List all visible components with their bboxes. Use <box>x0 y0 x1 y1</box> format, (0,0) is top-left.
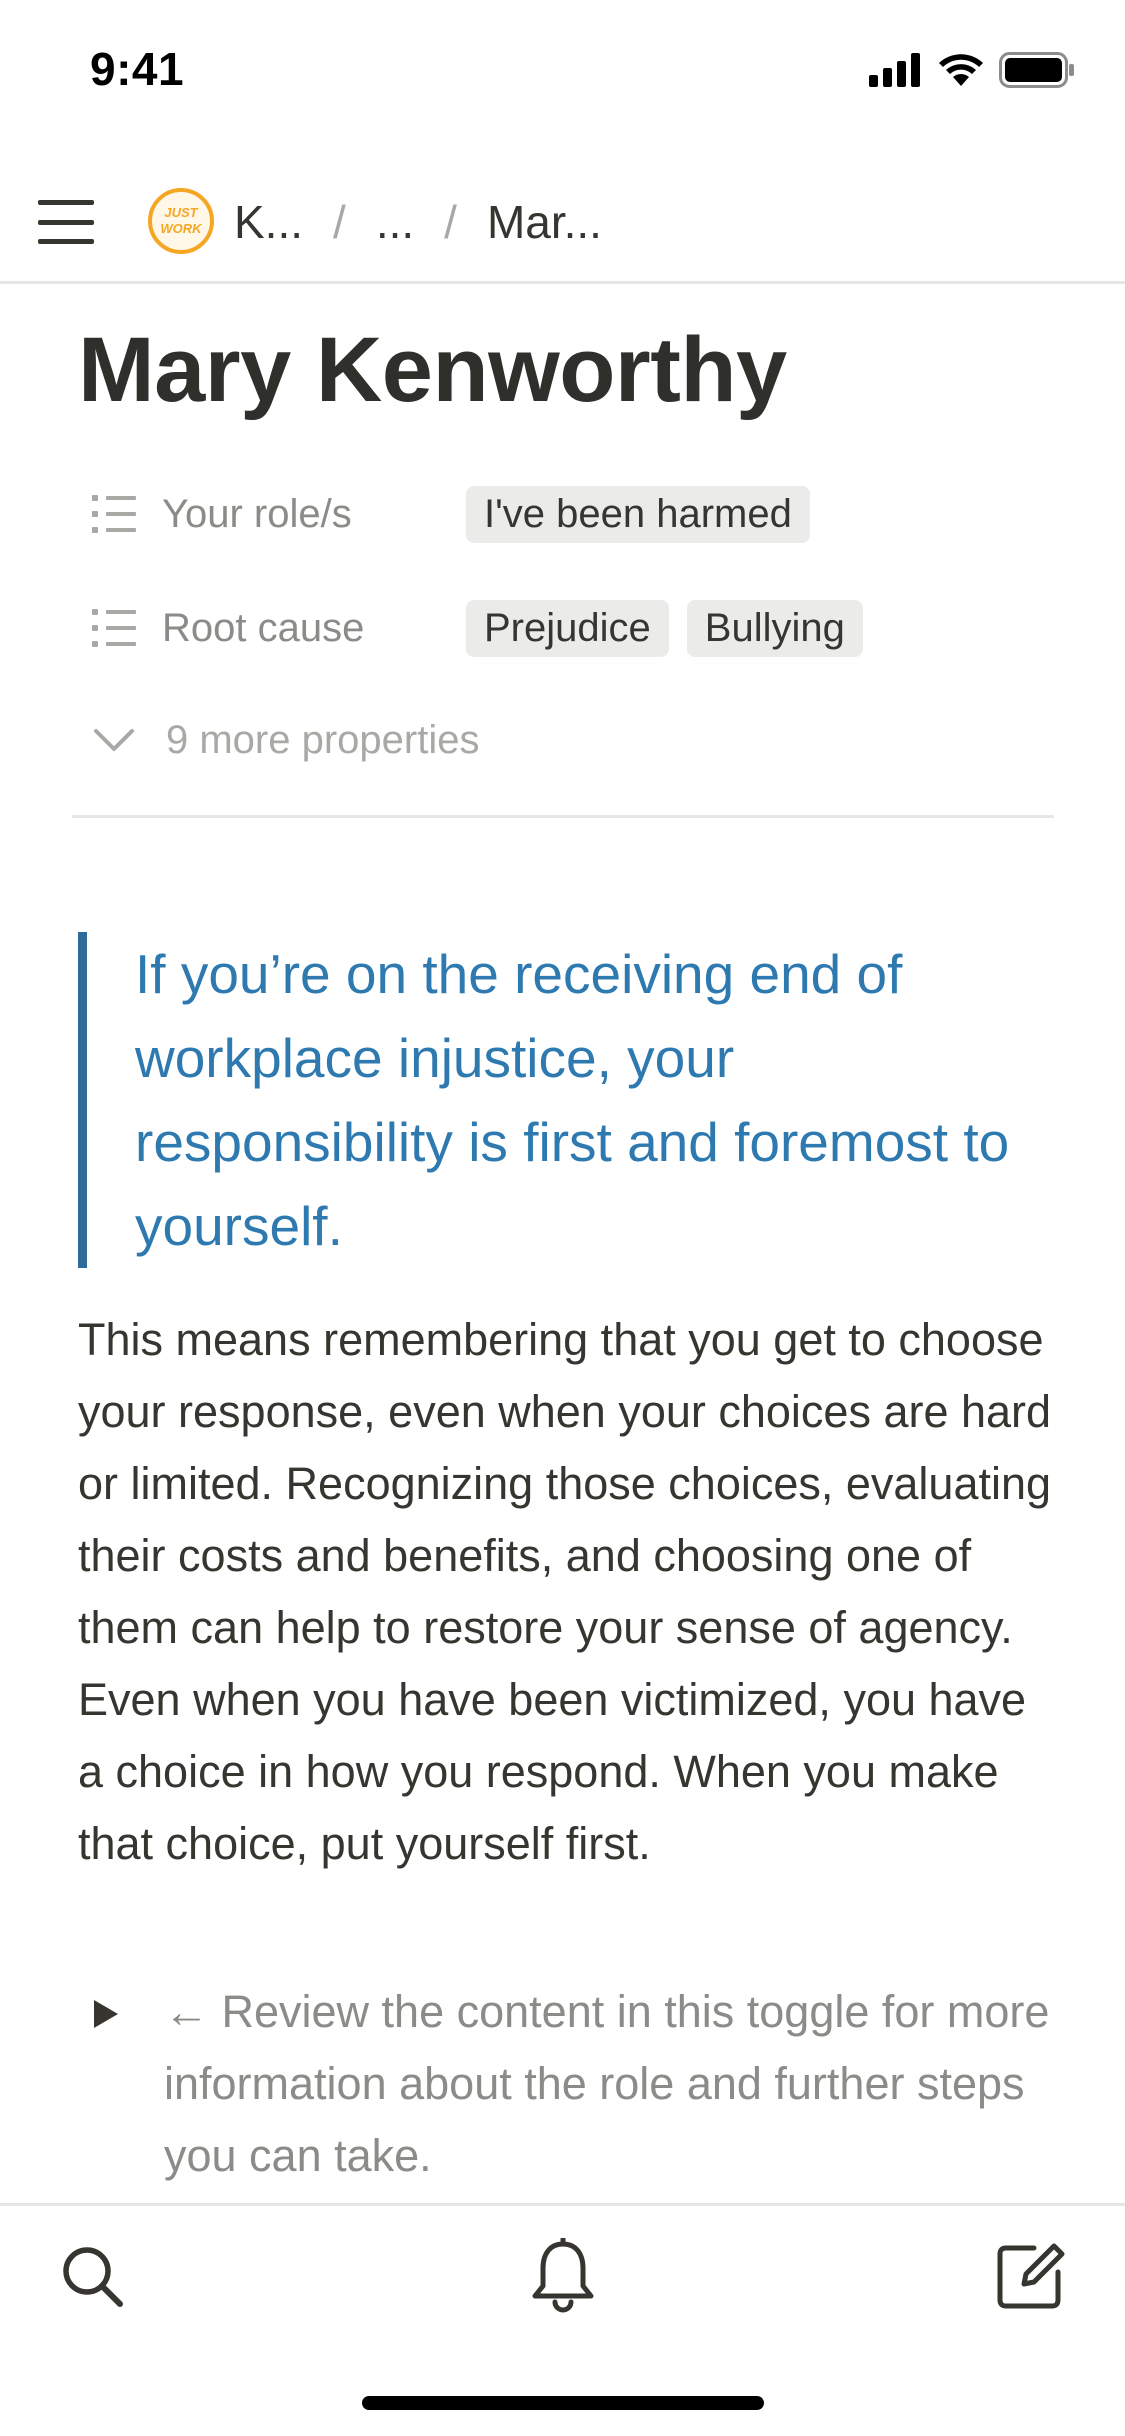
bell-icon <box>532 2238 594 2313</box>
menu-icon-line <box>38 219 94 225</box>
toggle-triangle-icon[interactable] <box>92 1976 164 2192</box>
new-page-button[interactable] <box>990 2236 1070 2316</box>
property-row-role[interactable]: Your role/s I've been harmed <box>92 482 828 546</box>
menu-button[interactable] <box>38 194 94 250</box>
breadcrumb-separator: / <box>444 196 457 248</box>
property-label: Your role/s <box>162 491 352 536</box>
property-value[interactable]: Prejudice Bullying <box>466 599 881 657</box>
menu-icon-line <box>38 200 94 205</box>
home-indicator[interactable] <box>362 2396 764 2410</box>
breadcrumb-separator: / <box>333 196 346 248</box>
svg-text:JUST: JUST <box>164 205 198 220</box>
properties-divider <box>72 815 1054 818</box>
toggle-text: ← Review the content in this toggle for … <box>164 1986 1050 2181</box>
svg-text:WORK: WORK <box>160 221 203 236</box>
status-time: 9:41 <box>90 43 185 95</box>
tag[interactable]: Bullying <box>686 599 863 657</box>
breadcrumb-item-collapsed[interactable]: ... <box>376 195 414 249</box>
breadcrumb-item-workspace[interactable]: K... <box>234 195 303 249</box>
cellular-signal-icon <box>869 53 920 87</box>
menu-icon-line <box>38 239 94 244</box>
just-work-logo: JUST WORK <box>160 205 203 236</box>
body-paragraph[interactable]: This means remembering that you get to c… <box>78 1304 1058 1880</box>
search-icon <box>63 2247 123 2307</box>
property-row-root-cause[interactable]: Root cause Prejudice Bullying <box>92 596 881 660</box>
tag[interactable]: I've been harmed <box>466 485 810 543</box>
status-icons <box>869 50 1075 90</box>
battery-icon <box>999 52 1074 88</box>
top-navigation-bar: JUST WORK K... / ... / Mar... <box>0 160 1125 284</box>
notifications-button[interactable] <box>523 2236 603 2316</box>
compose-icon <box>997 2243 1065 2309</box>
list-property-icon <box>92 495 136 533</box>
breadcrumb: K... / ... / Mar... <box>234 190 602 254</box>
search-button[interactable] <box>52 2236 132 2316</box>
property-label: Root cause <box>162 605 365 650</box>
tag[interactable]: Prejudice <box>466 599 669 657</box>
wifi-icon <box>939 54 983 86</box>
breadcrumb-item-current[interactable]: Mar... <box>487 195 602 249</box>
chevron-down-icon <box>92 718 136 762</box>
more-properties-toggle[interactable]: 9 more properties <box>92 710 479 770</box>
quote-block[interactable]: If you’re on the receiving end of workpl… <box>78 932 1038 1268</box>
more-properties-label: 9 more properties <box>166 717 480 762</box>
status-bar: 9:41 <box>0 0 1125 140</box>
workspace-logo-icon[interactable]: JUST WORK <box>148 188 214 254</box>
notion-page-screen: 9:41 JUST WORK K... / ... / Mar... Mary … <box>0 0 1125 2436</box>
page-title[interactable]: Mary Kenworthy <box>78 318 787 423</box>
property-value[interactable]: I've been harmed <box>466 485 828 543</box>
toggle-block[interactable]: ← Review the content in this toggle for … <box>92 1976 1052 2192</box>
list-property-icon <box>92 609 136 647</box>
